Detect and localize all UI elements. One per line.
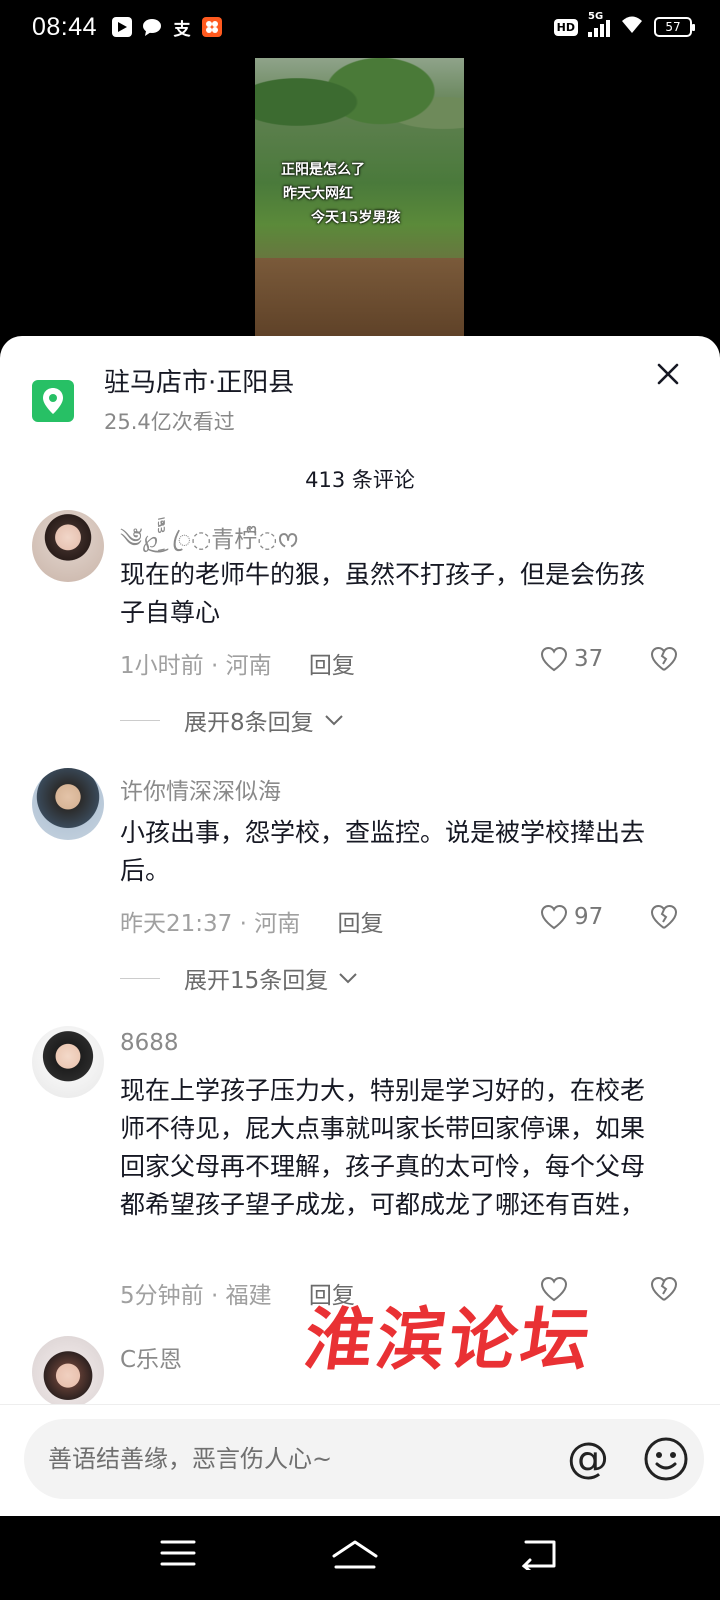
message-icon [142, 17, 162, 37]
battery-level: 57 [665, 20, 681, 34]
battery-icon: 57 [654, 17, 695, 37]
like-button[interactable]: 97 [540, 904, 603, 930]
comment-meta: 昨天21:37 · 河南 回复 [120, 904, 384, 938]
back-button[interactable] [520, 1538, 564, 1578]
menu-button[interactable] [160, 1538, 204, 1578]
video-area[interactable]: 正阳是怎么了 昨天大网红 今天15岁男孩 [0, 58, 720, 348]
video-field [255, 258, 464, 336]
comment-separator: · [210, 1283, 219, 1309]
comment-text[interactable]: 现在的老师牛的狠，虽然不打孩子，但是会伤孩子自尊心 [120, 556, 665, 632]
expand-replies-label: 展开15条回复 [184, 968, 329, 994]
status-time: 08:44 [32, 13, 98, 41]
video-caption: 正阳是怎么了 昨天大网红 今天15岁男孩 [281, 158, 400, 230]
dislike-button[interactable] [650, 646, 678, 676]
emoji-icon [644, 1437, 688, 1481]
expand-divider [120, 719, 160, 721]
system-nav-bar [0, 1516, 720, 1600]
avatar[interactable] [32, 768, 104, 840]
home-icon [332, 1540, 378, 1569]
comment-text[interactable]: 小孩出事，怨学校，查监控。说是被学校撵出去后。 [120, 814, 665, 890]
heart-icon [540, 646, 568, 672]
alipay-icon: 支 [173, 19, 191, 40]
video-thumbnail[interactable]: 正阳是怎么了 昨天大网红 今天15岁男孩 [255, 58, 464, 336]
close-icon [657, 363, 679, 385]
avatar[interactable] [32, 1336, 104, 1408]
comment-region: 福建 [225, 1283, 272, 1309]
broken-heart-icon [650, 646, 678, 671]
expand-replies-label: 展开8条回复 [184, 710, 314, 736]
location-pin-icon[interactable] [32, 380, 74, 422]
comment-input[interactable] [48, 1419, 528, 1499]
comment-username[interactable]: 8688 [120, 1030, 179, 1056]
back-icon [521, 1540, 556, 1573]
wifi-icon [620, 15, 644, 39]
comment-time: 1小时前 [120, 653, 204, 679]
mention-button[interactable]: @ [564, 1435, 612, 1483]
network-label: 5G [588, 11, 604, 22]
comment-time: 5分钟前 [120, 1283, 204, 1309]
video-caption-line: 今天15岁男孩 [311, 210, 401, 226]
comment-text[interactable]: 现在上学孩子压力大，特别是学习好的，在校老师不待见，屁大点事就叫家长带回家停课，… [120, 1072, 665, 1224]
expand-replies-button[interactable]: 展开15条回复 [120, 961, 358, 995]
taobao-icon [202, 17, 222, 37]
location-views: 25.4亿次看过 [104, 410, 235, 434]
heart-icon [540, 904, 568, 930]
comment-time: 昨天21:37 [120, 911, 233, 937]
reply-button[interactable]: 回复 [309, 653, 355, 679]
video-app-icon [112, 17, 132, 37]
at-icon: @ [567, 1433, 609, 1482]
avatar[interactable] [32, 1026, 104, 1098]
comment-username[interactable]: 许你情深深似海 [120, 772, 281, 806]
cellular-signal-icon: 5G [588, 11, 610, 37]
expand-divider [120, 977, 160, 979]
comment-region: 河南 [225, 653, 272, 679]
video-caption-line: 昨天大网红 [283, 186, 353, 202]
dislike-button[interactable] [650, 1276, 678, 1306]
comment-separator: · [210, 653, 219, 679]
like-count: 37 [574, 646, 604, 672]
hd-icon: HD [553, 18, 578, 36]
comment-meta: 1小时前 · 河南 回复 [120, 646, 355, 680]
chevron-down-icon [339, 973, 357, 984]
dislike-button[interactable] [650, 904, 678, 934]
comment-input-bar: @ [0, 1404, 720, 1516]
home-button[interactable] [330, 1538, 380, 1578]
watermark: 淮滨论坛 [299, 1300, 599, 1380]
like-button[interactable]: 37 [540, 646, 603, 672]
reply-button[interactable]: 回复 [338, 911, 384, 937]
status-bar: 08:44 支 HD 5G 57 [0, 0, 720, 58]
broken-heart-icon [650, 904, 678, 929]
expand-replies-button[interactable]: 展开8条回复 [120, 703, 344, 737]
chevron-down-icon [324, 715, 343, 726]
location-title[interactable]: 驻马店市·正阳县 [104, 362, 294, 399]
video-trees [255, 58, 464, 168]
avatar[interactable] [32, 510, 104, 582]
comment-region: 河南 [254, 911, 301, 937]
like-count: 97 [574, 904, 604, 930]
status-app-icons: 支 [112, 17, 222, 40]
menu-icon [160, 1540, 196, 1566]
broken-heart-icon [650, 1276, 678, 1301]
comment-input-pill: @ [24, 1419, 704, 1499]
comment-username[interactable]: C乐恩 [120, 1340, 182, 1374]
close-button[interactable] [650, 356, 686, 392]
emoji-button[interactable] [642, 1435, 690, 1483]
comment-count: 413 条评论 [305, 468, 415, 492]
comment-separator: · [239, 911, 247, 937]
video-caption-line: 正阳是怎么了 [281, 162, 365, 178]
